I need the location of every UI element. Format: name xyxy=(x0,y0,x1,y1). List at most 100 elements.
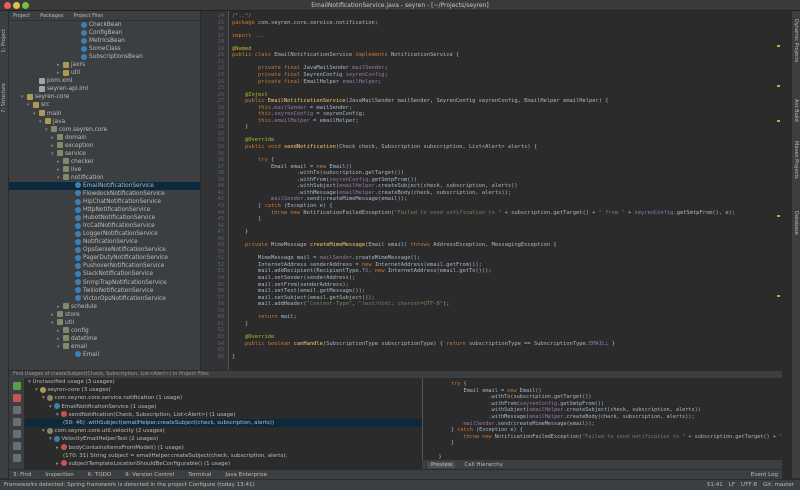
tree-item[interactable]: ▸ live xyxy=(9,166,200,174)
tree-item[interactable]: ▸ domain xyxy=(9,134,200,142)
tree-item[interactable]: pom.xml xyxy=(9,77,200,85)
tree-item[interactable]: TwilioNotificationService xyxy=(9,287,200,295)
tree-item[interactable]: ▸ checker xyxy=(9,158,200,166)
vcs-branch[interactable]: Git: master xyxy=(763,482,794,488)
tree-item-label: config xyxy=(71,327,89,334)
status-message[interactable]: Frameworks detected: Spring framework is… xyxy=(4,482,255,488)
caret-position[interactable]: 51:41 xyxy=(707,482,723,488)
tree-item[interactable]: LoggerNotificationService xyxy=(9,230,200,238)
tree-item[interactable]: SubscriptionsBean xyxy=(9,53,200,61)
code-token: ); xyxy=(442,301,450,308)
tree-item[interactable]: CheckBean xyxy=(9,21,200,29)
expand-arrow-icon[interactable]: ▾ xyxy=(56,412,61,418)
tab-packages[interactable]: Packages xyxy=(40,13,63,19)
tree-item[interactable]: SnmpTrapNotificationService xyxy=(9,279,200,287)
tree-item[interactable]: EmailNotificationService xyxy=(9,181,200,190)
tree-item[interactable]: HttpNotificationService xyxy=(9,206,200,214)
expand-arrow-icon[interactable]: ▸ xyxy=(56,445,61,451)
tree-item[interactable]: ▸ datetime xyxy=(9,335,200,343)
code-token: throws xyxy=(410,242,434,249)
tree-item[interactable]: FlowdockNotificationService xyxy=(9,190,200,198)
tree-item[interactable]: SomeClass xyxy=(9,45,200,53)
code-editor[interactable]: /*..*/package com.seyren.core.service.no… xyxy=(229,11,782,370)
tree-item[interactable]: ▸ exception xyxy=(9,142,200,150)
usage-row[interactable]: ▾ VelocityEmailHelperTest (2 usages) xyxy=(25,435,422,443)
usage-row[interactable]: ▾ sendNotification(Check, Subscription, … xyxy=(25,411,422,419)
usage-row[interactable]: ▸ subjectTemplateLocationShouldBeConfigu… xyxy=(25,460,422,468)
tree-item[interactable]: ▾ service xyxy=(9,150,200,158)
expand-all-icon[interactable] xyxy=(13,418,21,426)
expand-arrow-icon[interactable]: ▾ xyxy=(35,387,40,393)
error-stripe[interactable] xyxy=(777,25,780,355)
usage-row[interactable]: (50: 46) .withSubject(emailHelper.create… xyxy=(25,418,422,428)
usage-row[interactable]: ▾ Unclassified usage (3 usages) xyxy=(25,378,422,386)
tree-item[interactable]: ▸ jaxrs xyxy=(9,61,200,69)
tree-item[interactable]: HubotNotificationService xyxy=(9,214,200,222)
line-number-gutter: 14 15 16 17 18 19 20 21 22 23 24 25 26 27 28 29 30 31 32 33… xyxy=(201,11,229,370)
tree-item[interactable]: ▾ main xyxy=(9,110,200,118)
cls-icon xyxy=(75,254,81,261)
tree-item[interactable]: ▾ java xyxy=(9,118,200,126)
tree-item[interactable]: NotificationService xyxy=(9,238,200,246)
ant-build-tab[interactable]: Ant Build xyxy=(793,99,799,122)
tree-item[interactable]: seyren-api.iml xyxy=(9,85,200,93)
find-tool-button[interactable]: 3: Find xyxy=(13,472,31,478)
file-encoding[interactable]: UTF-8 xyxy=(741,482,757,488)
expand-arrow-icon[interactable]: ▾ xyxy=(49,404,54,410)
todo-tool-button[interactable]: 6: TODO xyxy=(88,472,111,478)
inspection-tool-button[interactable]: Inspection xyxy=(45,472,73,478)
close-icon[interactable] xyxy=(13,394,21,402)
expand-arrow-icon[interactable]: ▸ xyxy=(56,461,61,467)
tree-item[interactable]: ▸ schedule xyxy=(9,303,200,311)
tree-item[interactable]: ▾ seyren-core xyxy=(9,93,200,101)
maven-projects-tab[interactable]: Maven Projects xyxy=(793,141,799,179)
structure-tool-tab[interactable]: 7: Structure xyxy=(1,83,7,113)
tree-item[interactable]: OpsGenieNotificationService xyxy=(9,246,200,254)
tree-item[interactable]: PushoverNotificationService xyxy=(9,262,200,270)
tab-call-hierarchy[interactable]: Call Hierarchy xyxy=(461,462,506,468)
line-separator[interactable]: LF xyxy=(729,482,735,488)
tree-item-label: HubotNotificationService xyxy=(83,215,156,222)
dynamic-projects-tab[interactable]: Dynamic Projects xyxy=(793,19,799,62)
usage-row[interactable]: (170: 31) String subject = emailHelper.c… xyxy=(25,452,422,460)
tree-item[interactable]: IrcCatNotificationService xyxy=(9,222,200,230)
expand-arrow-icon[interactable]: ▾ xyxy=(42,395,47,401)
tree-item[interactable]: ▸ store xyxy=(9,311,200,319)
version-control-tool-button[interactable]: 9: Version Control xyxy=(125,472,174,478)
event-log-tool-button[interactable]: Event Log xyxy=(751,472,778,478)
tree-item[interactable]: ▾ notification xyxy=(9,174,200,182)
tree-item[interactable]: MetricsBean xyxy=(9,37,200,45)
line-number: 38 xyxy=(217,170,224,177)
tree-item[interactable]: SlackNotificationService xyxy=(9,270,200,278)
tab-project[interactable]: Project xyxy=(13,13,30,19)
expand-arrow-icon[interactable]: ▾ xyxy=(42,428,47,434)
terminal-tool-button[interactable]: Terminal xyxy=(188,472,211,478)
tree-item[interactable]: ConfigBean xyxy=(9,29,200,37)
tree-item[interactable]: ▾ src xyxy=(9,101,200,109)
previous-occurrence-icon[interactable] xyxy=(13,442,21,450)
usage-row[interactable]: ▾ com.seyren.core.service.notification (… xyxy=(25,394,422,402)
tree-item[interactable]: ▾ com.seyren.core xyxy=(9,126,200,134)
database-tab[interactable]: Database xyxy=(793,211,799,235)
usage-row[interactable]: ▾ seyren-core (3 usages) xyxy=(25,386,422,394)
next-occurrence-icon[interactable] xyxy=(13,454,21,462)
collapse-all-icon[interactable] xyxy=(13,430,21,438)
expand-arrow-icon[interactable]: ▾ xyxy=(49,436,54,442)
usage-row[interactable]: ▾ com.seyren.core.util.velocity (2 usage… xyxy=(25,427,422,435)
usage-row[interactable]: ▾ EmailNotificationService (1 usage) xyxy=(25,403,422,411)
project-tool-tab[interactable]: 1: Project xyxy=(1,29,7,53)
tree-item[interactable]: ▾ util xyxy=(9,319,200,327)
java-enterprise-tool-button[interactable]: Java Enterprise xyxy=(225,472,267,478)
tree-item[interactable]: ▸ config xyxy=(9,327,200,335)
tree-item[interactable]: ▸ util xyxy=(9,69,200,77)
tree-item[interactable]: Email xyxy=(9,351,200,359)
rerun-icon[interactable] xyxy=(13,382,21,390)
tab-preview[interactable]: Preview xyxy=(428,461,456,468)
usage-row[interactable]: ▸ bodyContainsItemsFromModel() (1 usage) xyxy=(25,444,422,452)
tab-project-files[interactable]: Project Files xyxy=(73,13,103,19)
tree-item[interactable]: ▾ email xyxy=(9,343,200,351)
tree-item[interactable]: VictorOpsNotificationService xyxy=(9,295,200,303)
pin-icon[interactable] xyxy=(13,406,21,414)
tree-item[interactable]: PagerDutyNotificationService xyxy=(9,254,200,262)
tree-item[interactable]: HipChatNotificationService xyxy=(9,198,200,206)
